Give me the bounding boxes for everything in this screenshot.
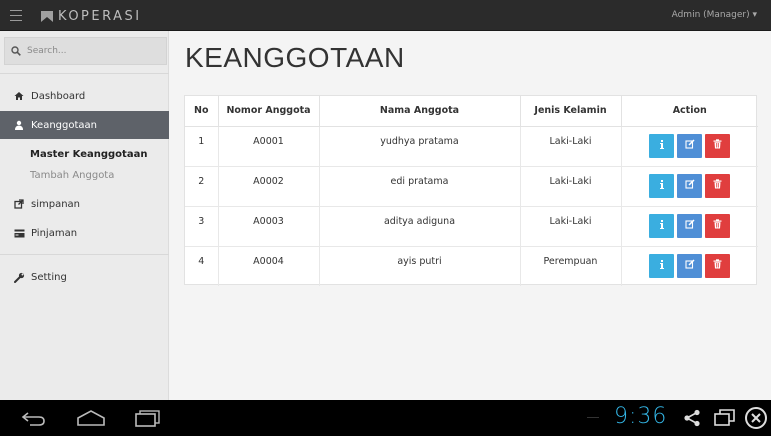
window-icon[interactable] [714,409,736,427]
table-row: 1 A0001 yudhya pratama Laki-Laki [185,126,758,167]
delete-button[interactable] [705,213,731,238]
sidebar-divider [0,254,169,255]
cell-jenis-kelamin: Laki-Laki [520,206,622,247]
sidebar-item-pinjaman[interactable]: Pinjaman [0,219,169,247]
edit-button[interactable] [677,173,703,198]
sidebar-item-setting[interactable]: Setting [0,263,169,291]
trash-icon [713,259,722,272]
table-row: 2 A0002 edi pratama Laki-Laki [185,166,758,207]
cell-action [621,206,758,247]
sidebar-item-label: Pinjaman [31,227,78,239]
cell-nomor-anggota: A0004 [218,246,320,286]
trash-icon [713,219,722,232]
edit-button[interactable] [677,253,703,278]
edit-button[interactable] [677,133,703,158]
info-icon [659,179,665,192]
search-icon [11,46,21,56]
table-header-row: No Nomor Anggota Nama Anggota Jenis Kela… [185,96,758,127]
table-row: 4 A0004 ayis putri Perempuan [185,246,758,286]
cell-nama-anggota: aditya adiguna [319,206,521,247]
cell-nama-anggota: ayis putri [319,246,521,286]
info-icon [659,219,665,232]
search-box [4,37,167,65]
sidebar-item-label: Keanggotaan [31,119,98,131]
column-header-action: Action [621,96,758,127]
edit-icon [685,139,695,152]
cell-action [621,166,758,207]
cell-no: 4 [185,246,219,286]
sidebar-item-dashboard[interactable]: Dashboard [0,82,169,110]
sidebar-item-label: simpanan [31,198,81,210]
view-detail-button[interactable] [649,133,675,158]
cell-nomor-anggota: A0002 [218,166,320,207]
column-header-nomor-anggota: Nomor Anggota [218,96,320,127]
trash-icon [713,179,722,192]
column-header-no: No [185,96,219,127]
members-table: No Nomor Anggota Nama Anggota Jenis Kela… [184,95,758,286]
info-icon [659,259,665,272]
cell-no: 1 [185,126,219,167]
sidebar-subitem-master-keanggotaan[interactable]: Master Keanggotaan [30,149,147,160]
sidebar-item-simpanan[interactable]: simpanan [0,190,169,218]
edit-icon [685,219,695,232]
delete-button[interactable] [705,133,731,158]
home-button-icon[interactable] [76,409,106,427]
search-input[interactable] [27,46,157,56]
sidebar-item-keanggotaan[interactable]: Keanggotaan [0,111,169,139]
sidebar-subitem-tambah-anggota[interactable]: Tambah Anggota [30,170,114,181]
cell-action [621,246,758,286]
page-title: KEANGGOTAAN [185,42,405,73]
brand[interactable]: KOPERASI [40,8,142,24]
share-icon[interactable] [683,409,701,427]
home-icon [13,90,25,102]
column-header-jenis-kelamin: Jenis Kelamin [520,96,622,127]
sidebar: Dashboard Keanggotaan Master Keanggotaan… [0,31,169,400]
cell-jenis-kelamin: Perempuan [520,246,622,286]
table-row: 3 A0003 aditya adiguna Laki-Laki [185,206,758,247]
menu-toggle-icon[interactable] [10,10,22,21]
system-navigation-bar: 9:36 [0,400,771,436]
recent-apps-icon[interactable] [135,409,161,427]
top-bar: KOPERASI Admin (Manager) ▾ [0,0,771,31]
back-icon[interactable] [20,410,46,426]
brand-name: KOPERASI [58,8,142,24]
sidebar-item-label: Setting [31,271,67,283]
delete-button[interactable] [705,253,731,278]
trash-icon [713,139,722,152]
sidebar-divider [0,73,169,74]
cell-jenis-kelamin: Laki-Laki [520,166,622,207]
clock: 9:36 [614,404,668,429]
close-icon[interactable] [744,406,768,430]
delete-button[interactable] [705,173,731,198]
cell-action [621,126,758,167]
brand-logo-icon [41,10,53,22]
edit-button[interactable] [677,213,703,238]
edit-icon [685,259,695,272]
cell-no: 3 [185,206,219,247]
wrench-icon [13,271,25,283]
user-icon [13,119,25,131]
cell-nama-anggota: edi pratama [319,166,521,207]
cell-nama-anggota: yudhya pratama [319,126,521,167]
info-icon [659,139,665,152]
cell-nomor-anggota: A0001 [218,126,320,167]
column-header-nama-anggota: Nama Anggota [319,96,521,127]
credit-card-icon [13,227,25,239]
cell-jenis-kelamin: Laki-Laki [520,126,622,167]
edit-icon [685,179,695,192]
cell-nomor-anggota: A0003 [218,206,320,247]
view-detail-button[interactable] [649,253,675,278]
status-divider [587,417,599,418]
view-detail-button[interactable] [649,213,675,238]
sidebar-item-label: Dashboard [31,90,86,102]
view-detail-button[interactable] [649,173,675,198]
external-link-icon [13,198,25,210]
cell-no: 2 [185,166,219,207]
user-menu-dropdown[interactable]: Admin (Manager) ▾ [672,10,757,20]
